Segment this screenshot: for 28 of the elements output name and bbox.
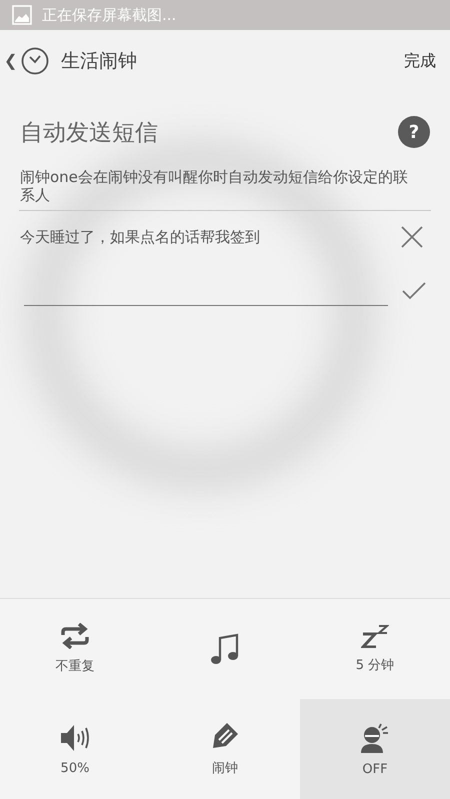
notification-text: 正在保存屏幕截图... — [42, 6, 176, 24]
person-icon — [360, 722, 390, 754]
music-note-icon — [210, 633, 240, 665]
repeat-icon — [59, 623, 91, 649]
message-text: 今天睡过了，如果点名的话帮我签到 — [20, 228, 260, 246]
done-button[interactable]: 完成 — [404, 50, 436, 72]
speaker-icon — [59, 722, 91, 752]
clock-icon — [21, 47, 49, 75]
back-button[interactable]: ❮ — [2, 51, 19, 71]
option-label: OFF — [362, 762, 388, 776]
option-label: 不重复 — [56, 658, 94, 675]
option-tile[interactable]: 5 分钟 — [300, 599, 450, 699]
option-label: 50% — [60, 760, 90, 776]
option-label: 5 分钟 — [356, 657, 394, 674]
option-tile[interactable]: 50% — [0, 699, 150, 799]
help-button[interactable]: ? — [398, 116, 430, 148]
option-label: 闹钟 — [212, 760, 238, 777]
header-title: 生活闹钟 — [61, 49, 137, 74]
sleep-icon — [361, 624, 389, 648]
description-text: 闹钟one会在闹钟没有叫醒你时自动发动短信给你设定的联系人 — [19, 167, 409, 204]
close-icon[interactable] — [400, 225, 424, 249]
option-tile[interactable]: 不重复 — [0, 599, 150, 699]
check-icon[interactable] — [402, 282, 426, 300]
image-icon — [12, 5, 32, 25]
option-tile[interactable]: 闹钟 — [150, 699, 300, 799]
section-title: 自动发送短信 — [20, 118, 158, 148]
pencil-tag-icon — [210, 721, 240, 751]
option-tile[interactable]: OFF — [300, 699, 450, 799]
